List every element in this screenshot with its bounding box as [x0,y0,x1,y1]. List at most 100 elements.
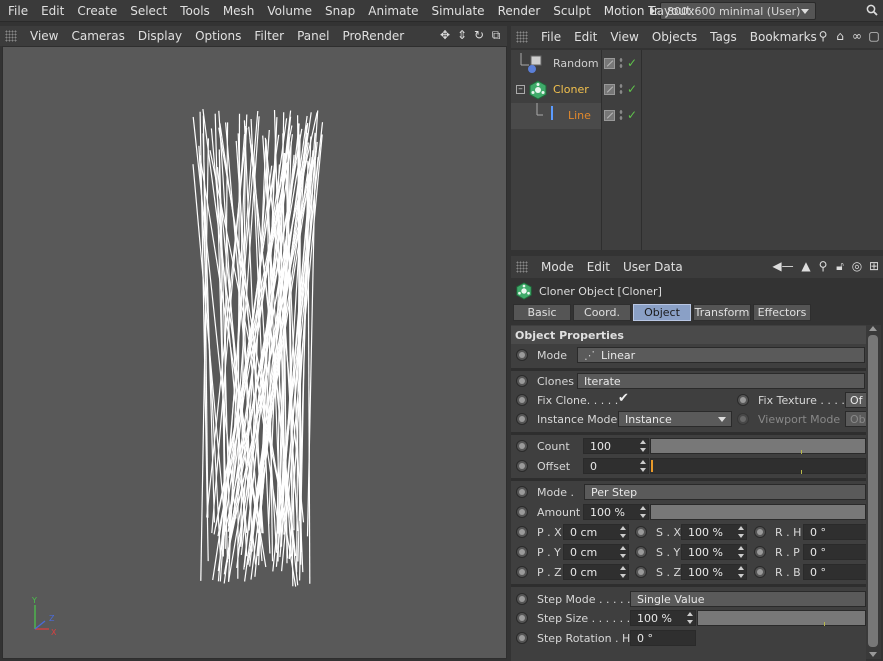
count-field[interactable]: 100 [583,438,649,454]
instance-mode-dropdown[interactable]: Instance [618,411,732,427]
tab-object[interactable]: Object [633,304,691,321]
visibility-dots-icon[interactable] [619,109,623,121]
3d-viewport[interactable]: Y Z X [2,46,507,659]
stepper-arrows-icon[interactable] [640,506,646,518]
new-window-icon[interactable]: ⊞ [867,259,881,273]
viewport-menu-view[interactable]: View [23,29,64,43]
menu-create[interactable]: Create [69,4,122,18]
scroll-up-icon[interactable] [869,326,877,331]
viewport-menu-cameras[interactable]: Cameras [64,29,130,43]
link-icon[interactable]: ∞ [850,29,864,43]
stepper-arrows-icon[interactable] [640,440,646,452]
keyframe-radio[interactable] [635,546,647,558]
menu-file[interactable]: File [0,4,33,18]
keyframe-radio[interactable] [516,349,528,361]
keyframe-radio[interactable] [516,486,528,498]
am-menu-edit[interactable]: Edit [580,260,616,274]
rotation-p-field[interactable]: 0 ° [803,544,866,560]
keyframe-radio[interactable] [754,526,766,538]
enabled-check-icon[interactable]: ✓ [627,82,637,96]
scrollbar-thumb[interactable] [868,335,878,647]
search-icon[interactable]: ⚲ [816,259,830,273]
tab-basic[interactable]: Basic [513,304,571,321]
menu-snap[interactable]: Snap [317,4,360,18]
fix-texture-dropdown[interactable]: Of [845,392,866,408]
stepper-arrows-icon[interactable] [738,566,744,578]
keyframe-radio[interactable] [754,566,766,578]
position-x-field[interactable]: 0 cm [563,524,629,540]
up-arrow-icon[interactable]: ▲ [799,259,813,273]
menu-select[interactable]: Select [122,4,172,18]
panel-grip-icon[interactable] [516,31,528,43]
panel-grip-icon[interactable] [516,261,528,273]
menu-animate[interactable]: Animate [360,4,423,18]
keyframe-radio[interactable] [516,506,528,518]
keyframe-radio[interactable] [516,440,528,452]
keyframe-radio[interactable] [737,394,749,406]
step-size-field[interactable]: 100 % [630,610,696,626]
tab-coord[interactable]: Coord. [573,304,631,321]
viewport-menu-panel[interactable]: Panel [290,29,335,43]
object-row-random[interactable]: Random ✓ [511,51,883,77]
stepper-arrows-icon[interactable] [620,526,626,538]
menu-edit[interactable]: Edit [33,4,69,18]
stepper-arrows-icon[interactable] [620,566,626,578]
menu-volume[interactable]: Volume [259,4,317,18]
stepper-arrows-icon[interactable] [738,546,744,558]
home-icon[interactable]: ⌂ [833,29,847,43]
viewport-menu-prorender[interactable]: ProRender [335,29,410,43]
offset-slider[interactable] [650,458,866,474]
search-icon[interactable] [866,4,878,16]
clones-dropdown[interactable]: Iterate [577,373,865,389]
om-menu-bookmarks[interactable]: Bookmarks [743,30,823,44]
keyframe-radio[interactable] [516,375,528,387]
scale-z-field[interactable]: 100 % [681,564,747,580]
amount-slider[interactable] [650,504,866,520]
stepper-arrows-icon[interactable] [687,612,693,624]
am-menu-user-data[interactable]: User Data [616,260,689,274]
keyframe-radio[interactable] [516,593,528,605]
keyframe-radio[interactable] [516,460,528,472]
position-y-field[interactable]: 0 cm [563,544,629,560]
tab-effectors[interactable]: Effectors [753,304,811,321]
lock-icon[interactable]: 🔓︎ [833,259,847,273]
viewport-menu-filter[interactable]: Filter [247,29,290,43]
attribute-scrollbar[interactable] [866,325,881,659]
slider-handle[interactable] [651,460,653,472]
object-name-random[interactable]: Random [553,57,599,70]
mode-dropdown[interactable]: ⋰ Linear [577,347,865,363]
enabled-check-icon[interactable]: ✓ [627,56,637,70]
keyframe-radio[interactable] [635,566,647,578]
tab-transform[interactable]: Transform [693,304,751,321]
maximize-view-icon[interactable]: ⧉ [489,28,503,42]
keyframe-radio[interactable] [516,632,528,644]
keyframe-radio[interactable] [754,546,766,558]
keyframe-radio[interactable] [516,566,528,578]
panel-grip-icon[interactable] [5,30,17,42]
om-menu-edit[interactable]: Edit [567,30,603,44]
layer-icon[interactable] [604,57,615,69]
stepper-arrows-icon[interactable] [738,526,744,538]
keyframe-radio[interactable] [516,612,528,624]
menu-simulate[interactable]: Simulate [424,4,490,18]
amount-field[interactable]: 100 % [583,504,649,520]
menu-tools[interactable]: Tools [172,4,215,18]
target-icon[interactable]: ◎ [850,259,864,273]
move-view-icon[interactable]: ✥ [438,28,452,42]
om-menu-view[interactable]: View [603,30,644,44]
keyframe-radio[interactable] [635,526,647,538]
viewport-menu-display[interactable]: Display [131,29,188,43]
stepper-arrows-icon[interactable] [640,460,646,472]
count-slider[interactable] [650,438,866,454]
rotation-b-field[interactable]: 0 ° [803,564,866,580]
menu-render[interactable]: Render [490,4,546,18]
stepper-arrows-icon[interactable] [620,546,626,558]
keyframe-radio[interactable] [516,413,528,425]
enabled-check-icon[interactable]: ✓ [627,108,637,122]
step-size-slider[interactable] [697,610,866,626]
am-menu-mode[interactable]: Mode [534,260,580,274]
collapse-toggle-icon[interactable]: – [516,85,525,94]
new-window-icon[interactable]: ▢ [867,29,881,43]
fix-clone-checkbox[interactable]: ✔ [618,391,629,406]
keyframe-radio[interactable] [516,394,528,406]
